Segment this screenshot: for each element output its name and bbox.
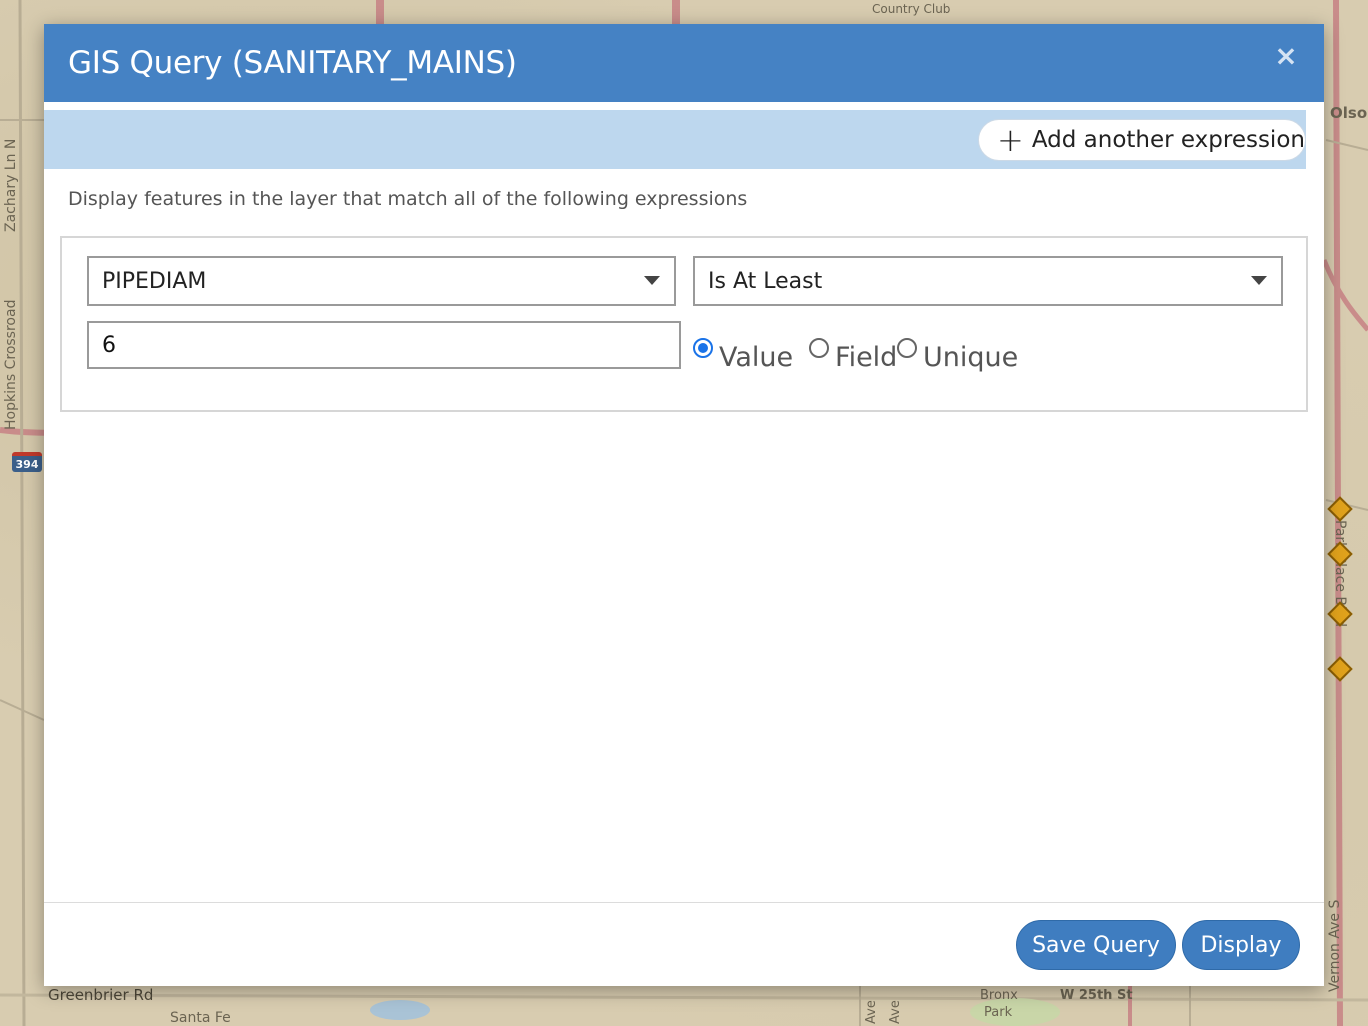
radio-field[interactable]: Field [809, 338, 897, 373]
radio-unique[interactable]: Unique [897, 338, 1018, 373]
radio-unchecked-icon[interactable] [809, 338, 829, 358]
radio-value-label: Value [719, 342, 794, 373]
operator-select-value: Is At Least [708, 268, 823, 294]
caret-down-icon [644, 276, 660, 285]
map-label-w25th: W 25th St [1060, 988, 1133, 1003]
interstate-shield-icon: 394 [12, 452, 42, 472]
radio-value[interactable]: Value [693, 338, 793, 373]
expression-toolbar: + Add another expression [44, 110, 1306, 169]
caret-down-icon [1251, 276, 1267, 285]
gis-query-dialog: GIS Query (SANITARY_MAINS) × + Add anoth… [44, 24, 1324, 986]
close-icon[interactable]: × [1274, 42, 1298, 70]
radio-checked-icon[interactable] [693, 338, 713, 358]
map-label-bronx: Bronx [980, 988, 1018, 1003]
map-label-ave-2: Ave [888, 1000, 903, 1024]
footer-divider [44, 902, 1324, 903]
add-expression-label: Add another expression [1031, 127, 1305, 153]
map-label-santa-fe: Santa Fe [170, 1010, 231, 1026]
field-select[interactable]: PIPEDIAM [87, 256, 676, 306]
instructions-text: Display features in the layer that match… [68, 188, 748, 210]
map-label-greenbrier: Greenbrier Rd [48, 986, 154, 1004]
add-expression-button[interactable]: + Add another expression [978, 119, 1306, 161]
operator-select[interactable]: Is At Least [693, 256, 1283, 306]
radio-field-label: Field [835, 342, 898, 373]
map-label-olson: Olso [1330, 104, 1368, 122]
map-label-park: Park [984, 1005, 1013, 1020]
map-label-ave-1: Ave [864, 1000, 879, 1024]
display-button[interactable]: Display [1182, 920, 1300, 970]
dialog-title: GIS Query (SANITARY_MAINS) [68, 45, 517, 81]
map-label-zachary: Zachary Ln N [3, 138, 19, 232]
dialog-header: GIS Query (SANITARY_MAINS) × [44, 24, 1324, 102]
save-query-button[interactable]: Save Query [1016, 920, 1176, 970]
map-label-vernon: Vernon Ave S [1327, 899, 1343, 992]
radio-unchecked-icon[interactable] [897, 338, 917, 358]
field-select-value: PIPEDIAM [102, 268, 207, 294]
expression-row: PIPEDIAM Is At Least Value Field Unique [60, 236, 1308, 412]
plus-icon: + [997, 121, 1024, 159]
radio-unique-label: Unique [923, 342, 1019, 373]
map-label-country-club: Country Club [872, 2, 951, 16]
map-label-hopkins: Hopkins Crossroad [3, 299, 19, 430]
value-input[interactable] [87, 321, 681, 369]
